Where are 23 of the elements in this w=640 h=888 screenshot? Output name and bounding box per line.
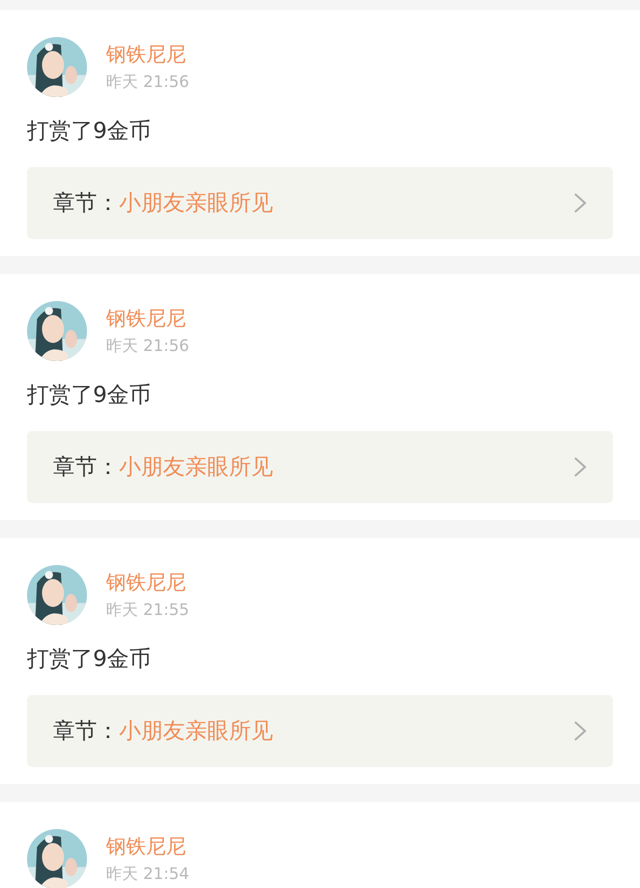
reward-text: 打赏了9金币 xyxy=(27,118,152,146)
timestamp: 昨天 21:56 xyxy=(106,71,190,93)
user-name: 钢铁尼尼 xyxy=(106,569,187,595)
chevron-icon xyxy=(573,456,587,478)
chapter-link[interactable]: 章节：小朋友亲眼所见 xyxy=(27,167,613,239)
user-name: 钢铁尼尼 xyxy=(106,41,187,67)
user-name: 钢铁尼尼 xyxy=(106,833,187,859)
chapter-label: 章节： xyxy=(53,190,119,218)
reward-text: 打赏了9金币 xyxy=(27,382,152,410)
timestamp: 昨天 21:56 xyxy=(106,335,190,357)
chapter-link[interactable]: 章节：小朋友亲眼所见 xyxy=(27,695,613,767)
chevron-icon xyxy=(573,720,587,742)
chevron-icon xyxy=(573,192,587,214)
chapter-title: 小朋友亲眼所见 xyxy=(119,718,274,746)
timestamp: 昨天 21:55 xyxy=(106,599,190,621)
user-name: 钢铁尼尼 xyxy=(106,305,187,331)
timestamp: 昨天 21:54 xyxy=(106,863,190,885)
chapter-link[interactable]: 章节：小朋友亲眼所见 xyxy=(27,431,613,503)
chapter-title: 小朋友亲眼所见 xyxy=(119,190,274,218)
chapter-label: 章节： xyxy=(53,718,119,746)
chapter-label: 章节： xyxy=(53,454,119,482)
reward-text: 打赏了9金币 xyxy=(27,646,152,674)
chapter-title: 小朋友亲眼所见 xyxy=(119,454,274,482)
